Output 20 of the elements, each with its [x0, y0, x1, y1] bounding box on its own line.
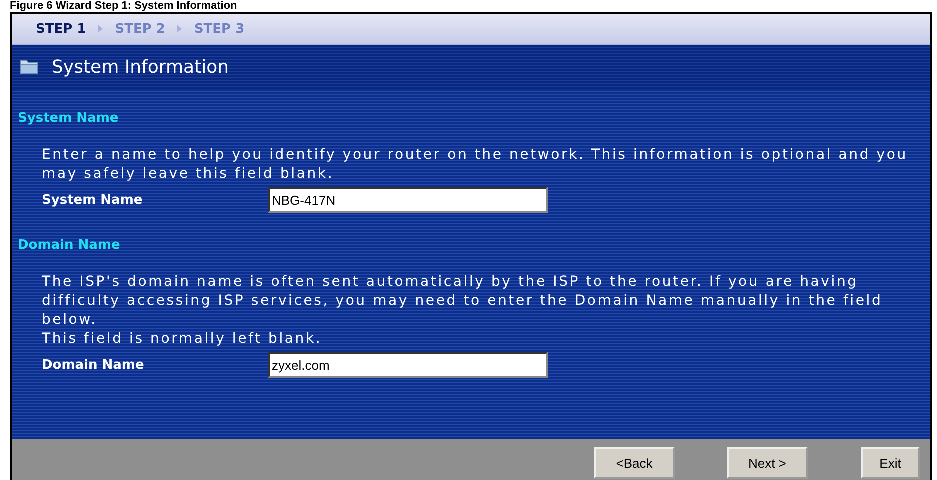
folder-icon [20, 59, 40, 75]
field-label: System Name [42, 192, 144, 208]
description-text: This field is normally left blank. [41, 330, 324, 349]
step-label: STEP 2 [115, 22, 166, 36]
description-text: Enter a name to help you identify your router on the network. This information is optional and you may safely leave this field blank. [41, 146, 909, 184]
arrow-icon [177, 25, 182, 33]
text-field[interactable]: zyxel.com [268, 352, 548, 378]
page-title: System Information [52, 56, 230, 78]
wizard-button[interactable]: <Back [594, 447, 675, 479]
step-label: STEP 1 [36, 22, 86, 36]
section-heading: Domain Name [18, 238, 122, 253]
text-field[interactable]: NBG-417N [268, 187, 548, 213]
wizard-button[interactable]: Exit [861, 447, 920, 479]
figure-caption: Figure 6 Wizard Step 1: System Information [9, 0, 238, 12]
wizard-button[interactable]: Next > [727, 447, 808, 479]
step-label: STEP 3 [194, 22, 245, 36]
section-heading: System Name [18, 111, 120, 126]
field-label: Domain Name [42, 358, 146, 372]
arrow-icon [98, 25, 104, 33]
description-text: The ISP's domain name is often sent automatically by the ISP to the router. If you are having difficulty accessing ISP services, you may need to enter the Domain Name manually in the field below. [41, 273, 884, 330]
